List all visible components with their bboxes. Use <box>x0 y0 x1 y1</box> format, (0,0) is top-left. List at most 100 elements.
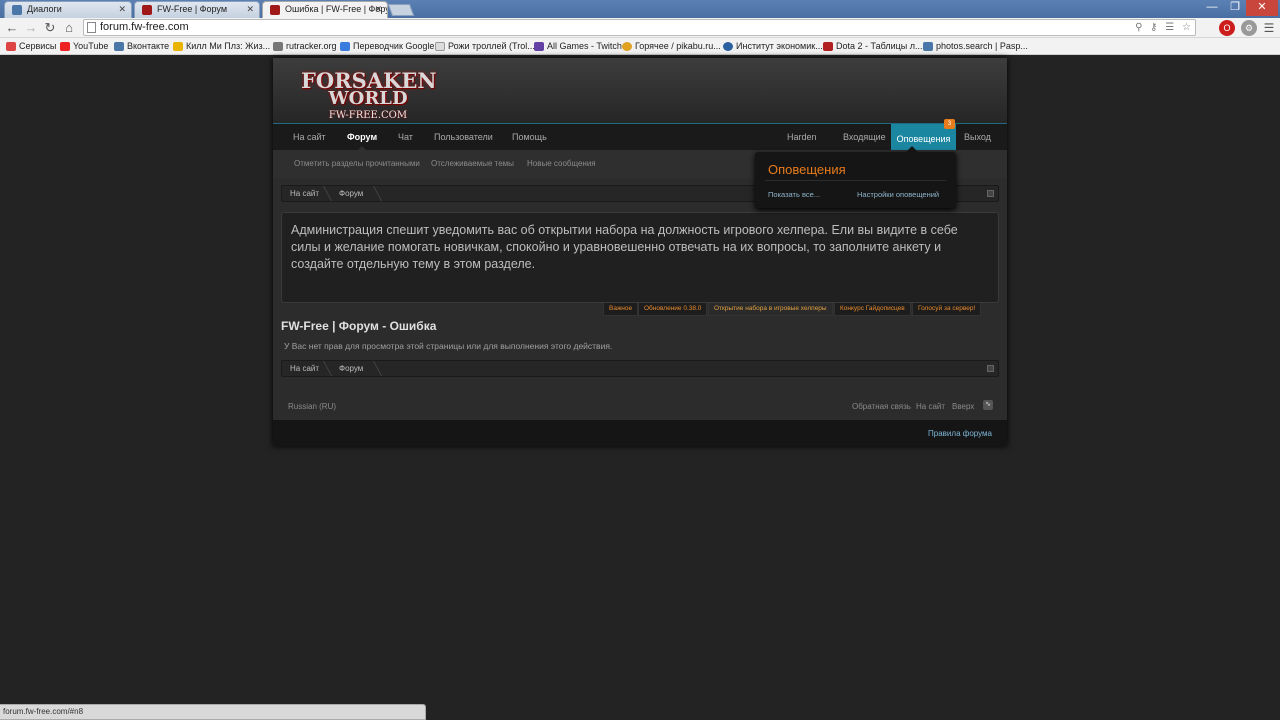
pikabu-icon <box>622 42 632 51</box>
browser-tab-dialogs[interactable]: Диалоги ✕ <box>4 1 132 18</box>
nav-chat[interactable]: Чат <box>398 124 413 150</box>
translate-icon[interactable]: ☰ <box>1165 22 1174 33</box>
notice-tab-helpers[interactable]: Открытие набора в игровые хелперы <box>708 303 833 316</box>
bookmark-vk[interactable]: Вконтакте <box>114 39 169 54</box>
menu-icon[interactable]: ☰ <box>1261 20 1277 36</box>
address-bar[interactable]: forum.fw-free.com ⚲ ⚷ ☰ ☆ <box>83 19 1196 36</box>
killmeplz-icon <box>173 42 183 51</box>
logo-line3: FW-FREE.COM <box>328 110 408 121</box>
bookmark-label: Рожи троллей (Trol... <box>448 41 535 51</box>
bookmark-label: photos.search | Pasp... <box>936 41 1028 51</box>
notice-tab-important[interactable]: Важное <box>603 303 639 316</box>
nav-home[interactable]: На сайт <box>293 124 326 150</box>
close-tab-icon[interactable]: ✕ <box>374 2 382 17</box>
new-posts-link[interactable]: Новые сообщения <box>527 159 596 168</box>
fw-favicon-icon <box>142 5 152 15</box>
forum-rules-link[interactable]: Правила форума <box>928 429 992 438</box>
bookmark-label: Горячее / pikabu.ru... <box>635 41 721 51</box>
breadcrumb-separator <box>364 361 382 376</box>
fw-favicon-icon <box>270 5 280 15</box>
error-message: У Вас нет прав для просмотра этой страни… <box>284 341 613 351</box>
breadcrumb-menu-icon[interactable] <box>987 365 994 372</box>
watched-threads-link[interactable]: Отслеживаемые темы <box>431 159 514 168</box>
apps-icon <box>6 42 16 51</box>
bookmark-institute[interactable]: Институт экономик... <box>723 39 823 54</box>
home-link[interactable]: На сайт <box>916 402 945 411</box>
top-link[interactable]: Вверх <box>952 402 974 411</box>
opera-extension-icon[interactable]: O <box>1219 20 1235 36</box>
nav-forum[interactable]: Форум <box>347 124 377 151</box>
vk-icon <box>923 42 933 51</box>
show-all-alerts-link[interactable]: Показать все... <box>768 190 820 199</box>
tab-title: FW-Free | Форум <box>157 4 228 14</box>
bookmark-photos-search[interactable]: photos.search | Pasp... <box>923 39 1028 54</box>
bookmark-label: Вконтакте <box>127 41 170 51</box>
alerts-count-badge: 3 <box>944 119 955 129</box>
page-icon <box>87 22 96 33</box>
address-url: forum.fw-free.com <box>100 21 189 33</box>
key-icon[interactable]: ⚷ <box>1150 22 1157 33</box>
rss-icon[interactable]: ∿ <box>983 400 993 410</box>
bookmark-rutracker[interactable]: rutracker.org <box>273 39 337 54</box>
bookmark-label: YouTube <box>73 41 109 51</box>
bookmark-label: Dota 2 - Таблицы л... <box>836 41 923 51</box>
bookmark-twitch[interactable]: All Games - Twitch <box>534 39 622 54</box>
breadcrumb-forum[interactable]: Форум <box>339 186 363 201</box>
back-icon[interactable]: ← <box>4 20 20 36</box>
notice-tab-contest[interactable]: Конкурс Гайдописцев <box>834 303 911 316</box>
minimize-icon[interactable]: — <box>1200 0 1224 16</box>
nav-logout[interactable]: Выход <box>964 124 991 150</box>
notice-tab-vote[interactable]: Голосуй за сервер! <box>912 303 982 316</box>
restore-icon[interactable]: ❐ <box>1224 0 1246 16</box>
browser-tabstrip: Диалоги ✕ FW-Free | Форум ✕ Ошибка | FW-… <box>0 0 1280 18</box>
rutracker-icon <box>273 42 283 51</box>
breadcrumb-bottom: На сайт Форум <box>281 360 999 377</box>
forum-container: FORSAKEN WORLD FW-FREE.COM На сайт Форум… <box>273 58 1007 446</box>
browser-toolbar: ← → ↻ ⌂ forum.fw-free.com ⚲ ⚷ ☰ ☆ O ⚙ ☰ <box>0 18 1280 38</box>
dota-icon <box>823 42 833 51</box>
alerts-popup: Оповещения Показать все... Настройки опо… <box>755 146 956 208</box>
notice-tab-update[interactable]: Обновление 0.38.0 <box>638 303 708 316</box>
extension-icon[interactable]: ⚙ <box>1241 20 1257 36</box>
window-close-icon[interactable]: ✕ <box>1246 0 1278 16</box>
search-icon[interactable]: ⚲ <box>1135 22 1142 33</box>
mark-forums-read-link[interactable]: Отметить разделы прочитанными <box>294 159 420 168</box>
language-chooser[interactable]: Russian (RU) <box>288 402 336 411</box>
new-tab-button[interactable] <box>387 4 415 16</box>
alert-preferences-link[interactable]: Настройки оповещений <box>857 190 939 199</box>
google-translate-icon <box>340 42 350 51</box>
bookmark-pikabu[interactable]: Горячее / pikabu.ru... <box>622 39 721 54</box>
nav-username[interactable]: Harden <box>787 124 817 150</box>
bookmark-dota2[interactable]: Dota 2 - Таблицы л... <box>823 39 923 54</box>
browser-tab-error[interactable]: Ошибка | FW-Free | Форум ✕ <box>262 1 388 18</box>
home-icon[interactable]: ⌂ <box>61 20 77 36</box>
forum-header: FORSAKEN WORLD FW-FREE.COM <box>273 58 1007 124</box>
bookmarks-bar: Сервисы YouTube Вконтакте Килл Ми Плз: Ж… <box>0 38 1280 55</box>
bookmark-label: Институт экономик... <box>736 41 823 51</box>
bookmark-killmeplz[interactable]: Килл Ми Плз: Жиз... <box>173 39 270 54</box>
bookmark-youtube[interactable]: YouTube <box>60 39 108 54</box>
close-tab-icon[interactable]: ✕ <box>118 2 126 17</box>
bookmark-translate[interactable]: Переводчик Google <box>340 39 434 54</box>
forward-icon[interactable]: → <box>23 20 39 36</box>
forsaken-world-logo[interactable]: FORSAKEN WORLD FW-FREE.COM <box>301 62 437 122</box>
bookmark-services[interactable]: Сервисы <box>6 39 56 54</box>
logo-line2: WORLD <box>328 88 408 109</box>
tab-title: Ошибка | FW-Free | Форум <box>285 4 388 14</box>
contact-link[interactable]: Обратная связь <box>852 402 911 411</box>
youtube-icon <box>60 42 70 51</box>
browser-tab-forum[interactable]: FW-Free | Форум ✕ <box>134 1 260 18</box>
reload-icon[interactable]: ↻ <box>42 20 58 36</box>
bookmark-label: rutracker.org <box>286 41 337 51</box>
nav-members[interactable]: Пользователи <box>434 124 493 150</box>
close-tab-icon[interactable]: ✕ <box>246 2 254 17</box>
bookmark-star-icon[interactable]: ☆ <box>1182 22 1191 33</box>
nav-inbox[interactable]: Входящие <box>843 124 886 150</box>
breadcrumb-forum[interactable]: Форум <box>339 361 363 376</box>
notice-box: Администрация спешит уведомить вас об от… <box>281 212 999 303</box>
notice-text: Администрация спешит уведомить вас об от… <box>291 223 958 271</box>
bookmark-trollfaces[interactable]: Рожи троллей (Trol... <box>435 39 535 54</box>
breadcrumb-menu-icon[interactable] <box>987 190 994 197</box>
nav-help[interactable]: Помощь <box>512 124 547 150</box>
vk-icon <box>114 42 124 51</box>
